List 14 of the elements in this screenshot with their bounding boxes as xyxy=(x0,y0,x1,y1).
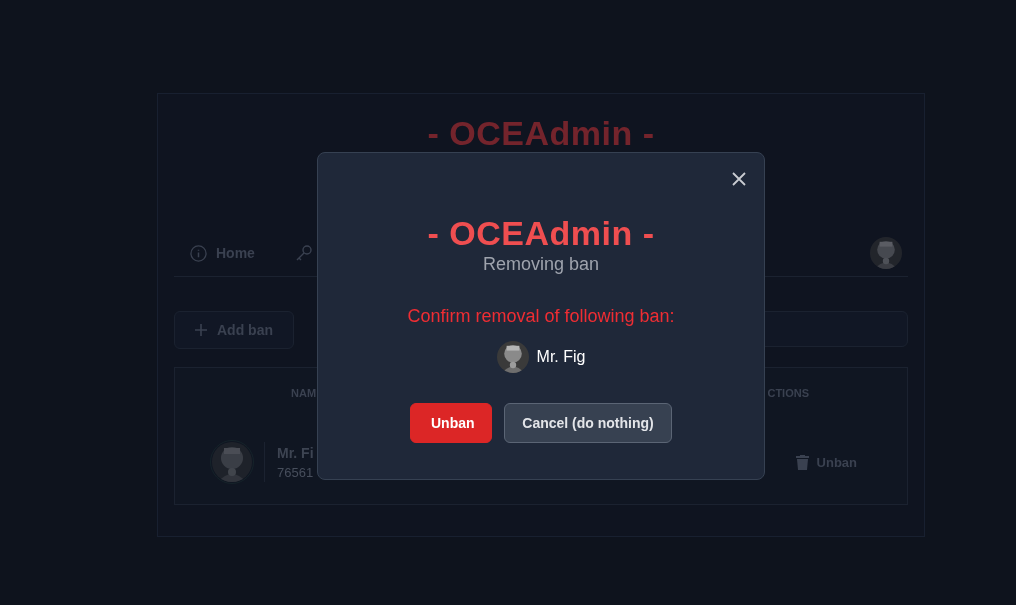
close-icon[interactable] xyxy=(732,172,746,186)
cancel-button[interactable]: Cancel (do nothing) xyxy=(504,403,672,443)
confirm-message: Confirm removal of following ban: xyxy=(407,306,675,327)
player-name: Mr. Fig xyxy=(536,348,586,366)
steam-id: 76561 xyxy=(277,464,314,480)
nav-tab[interactable] xyxy=(294,244,313,262)
app-title: - OCEAdmin - xyxy=(427,114,655,152)
plus-icon xyxy=(195,324,207,336)
key-icon xyxy=(294,244,313,262)
trash-icon xyxy=(795,454,809,470)
dialog-title: - OCEAdmin - xyxy=(427,213,655,253)
info-icon xyxy=(190,244,207,262)
dialog-subtitle: Removing ban xyxy=(482,253,600,275)
unban-button[interactable]: Unban xyxy=(410,403,492,443)
